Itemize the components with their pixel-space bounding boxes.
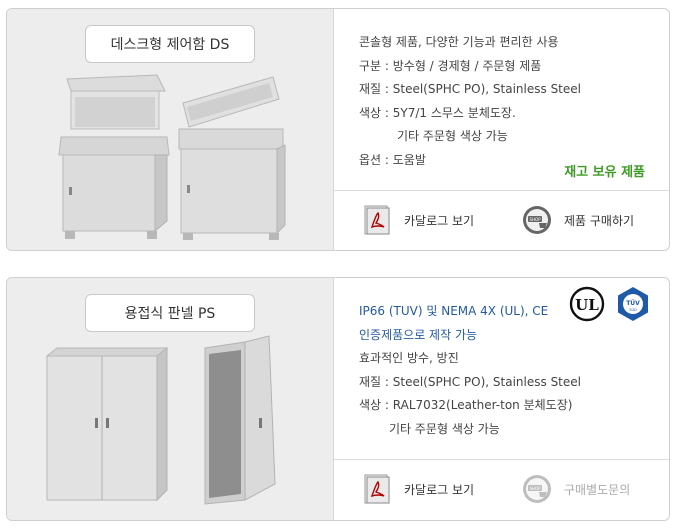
info-line: 재질 : Steel(SPHC PO), Stainless Steel	[359, 82, 581, 96]
product-info: IP66 (TUV) 및 NEMA 4X (UL), CE 인증제품으로 제작 …	[359, 300, 653, 441]
info-line: IP66 (TUV) 및 NEMA 4X (UL), CE	[359, 304, 549, 318]
catalog-label: 카달로그 보기	[404, 213, 475, 228]
inquiry-label: 구매별도문의	[564, 482, 631, 497]
info-line: 효과적인 방수, 방진	[359, 351, 459, 365]
buy-button[interactable]: SHOP 제품 구매하기	[522, 205, 634, 235]
catalog-button[interactable]: 카달로그 보기	[362, 474, 474, 504]
desk-cabinet-image	[58, 74, 286, 240]
catalog-button[interactable]: 카달로그 보기	[362, 205, 474, 235]
shop-cart-icon: SHOP	[523, 206, 551, 234]
pdf-icon	[364, 474, 390, 504]
info-line: 재질 : Steel(SPHC PO), Stainless Steel	[359, 374, 581, 389]
divider	[334, 459, 669, 460]
info-line: 색상 : RAL7032(Leather-ton 분체도장)	[359, 398, 573, 412]
shop-badge-text: SHOP	[529, 217, 541, 222]
catalog-label: 카달로그 보기	[404, 482, 475, 497]
product-image-panel: 데스크형 제어함 DS	[7, 9, 334, 250]
product-info: 콘솔형 제품, 다양한 기능과 편리한 사용 구분 : 방수형 / 경제형 / …	[359, 31, 653, 172]
info-line: 색상 : 5Y7/1 스무스 분체도장.	[359, 105, 516, 120]
shop-cart-icon: SHOP	[523, 475, 551, 503]
pdf-icon	[364, 205, 390, 235]
info-line: 구분 : 방수형 / 경제형 / 주문형 제품	[359, 58, 542, 73]
info-line: 기타 주문형 색상 가능	[389, 421, 500, 436]
info-line: 기타 주문형 색상 가능	[397, 129, 508, 143]
divider	[334, 190, 669, 191]
info-line: 콘솔형 제품, 다양한 기능과 편리한 사용	[359, 35, 559, 49]
product-image-panel: 용접식 판넬 PS	[7, 278, 334, 520]
product-card-ps: 용접식 판넬 PS UL TÜV SÜD IP66 (TUV) 및 NEMA 4…	[6, 277, 670, 521]
inquiry-button[interactable]: SHOP 구매별도문의	[522, 474, 630, 504]
product-card-ds: 데스크형 제어함 DS 콘솔형 제품, 다양한 기능과 편리한 사용 구분 : …	[6, 8, 670, 251]
shop-badge-text: SHOP	[529, 486, 541, 491]
welded-panel-image	[45, 335, 276, 505]
info-line: 인증제품으로 제작 가능	[359, 327, 478, 342]
stock-badge: 재고 보유 제품	[564, 165, 645, 180]
buy-label: 제품 구매하기	[564, 213, 635, 228]
